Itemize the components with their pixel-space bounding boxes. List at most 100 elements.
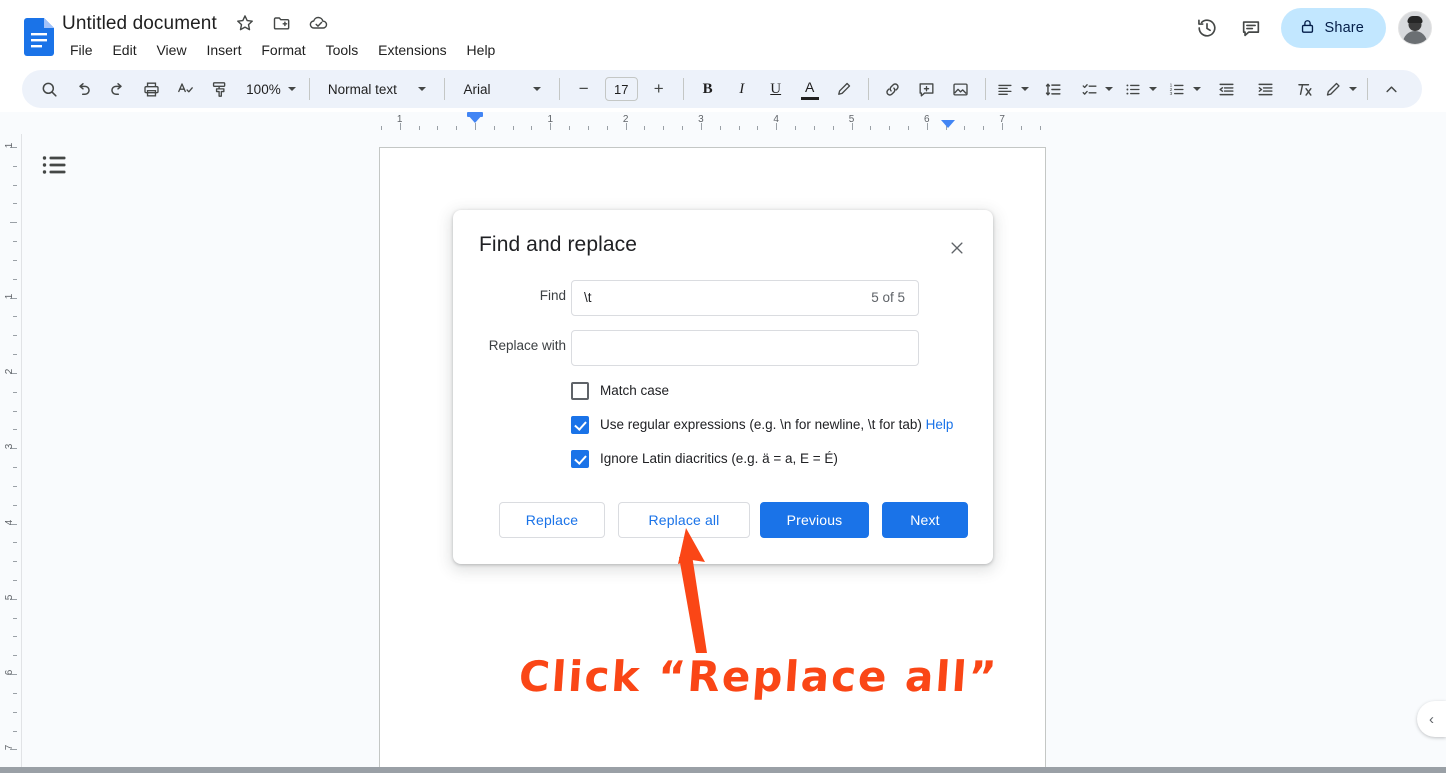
menu-item-view[interactable]: View [148, 38, 194, 62]
insert-link-icon[interactable] [879, 75, 907, 103]
ignore-diacritics-checkbox[interactable] [571, 450, 589, 468]
ruler-tick [13, 542, 17, 544]
increase-font-size-button[interactable]: + [645, 75, 673, 103]
increase-indent-icon[interactable] [1251, 75, 1279, 103]
print-icon[interactable] [137, 75, 165, 103]
numbered-list-icon[interactable]: 1 2 3 [1168, 75, 1202, 103]
ruler-number: 6 [924, 114, 930, 125]
replace-input[interactable] [571, 330, 919, 366]
find-input-value: \t [584, 290, 592, 305]
document-outline-icon[interactable] [41, 153, 69, 177]
annotation-text: Click “Replace all” [517, 652, 1000, 701]
ruler-tick [13, 354, 17, 356]
right-indent-marker[interactable] [941, 120, 955, 128]
option-match-case[interactable]: Match case [571, 382, 669, 400]
option-use-regex[interactable]: Use regular expressions (e.g. \n for new… [571, 416, 953, 434]
divider [308, 78, 310, 100]
share-button[interactable]: Share [1280, 8, 1386, 48]
zoom-control[interactable]: 100% [239, 75, 299, 103]
paint-format-icon[interactable] [205, 75, 233, 103]
line-spacing-icon[interactable] [1040, 75, 1068, 103]
menu-item-format[interactable]: Format [253, 38, 313, 62]
cloud-saved-icon[interactable] [308, 13, 330, 35]
find-input[interactable]: \t 5 of 5 [571, 280, 919, 316]
paragraph-style-dropdown[interactable]: Normal text [320, 75, 435, 103]
use-regex-text: Use regular expressions (e.g. \n for new… [600, 417, 922, 432]
version-history-icon[interactable] [1187, 8, 1227, 48]
clear-formatting-icon[interactable] [1290, 75, 1318, 103]
menu-item-insert[interactable]: Insert [198, 38, 249, 62]
highlight-pen-icon[interactable] [830, 75, 858, 103]
bottom-scrollbar[interactable] [0, 767, 1446, 773]
left-indent-marker[interactable] [467, 114, 483, 123]
zoom-value: 100% [246, 81, 281, 97]
divider [682, 78, 684, 100]
move-to-folder-icon[interactable] [272, 13, 294, 35]
font-family-dropdown[interactable]: Arial [455, 75, 548, 103]
ruler-tick [663, 126, 665, 130]
ruler-tick [13, 617, 17, 619]
add-comment-icon[interactable] [913, 75, 941, 103]
spellcheck-icon[interactable] [171, 75, 199, 103]
chevron-down-icon [287, 87, 296, 91]
menu-item-edit[interactable]: Edit [104, 38, 144, 62]
google-docs-icon[interactable] [24, 18, 54, 56]
bold-button[interactable]: B [694, 75, 722, 103]
ruler-tick [531, 126, 533, 130]
menu-bar: File Edit View Insert Format Tools Exten… [62, 38, 503, 62]
text-color-button[interactable]: A [796, 75, 824, 103]
option-ignore-diacritics[interactable]: Ignore Latin diacritics (e.g. ä = a, E =… [571, 450, 838, 468]
vertical-ruler[interactable]: 1 1 2 3 4 5 6 7 [0, 134, 22, 773]
use-regex-checkbox[interactable] [571, 416, 589, 434]
insert-image-icon[interactable] [947, 75, 975, 103]
ruler-tick [682, 126, 684, 130]
ruler-number: 2 [622, 114, 629, 125]
ruler-tick [13, 203, 17, 205]
ruler-tick [569, 126, 571, 130]
font-size-input[interactable]: 17 [604, 77, 638, 101]
checklist-icon[interactable] [1081, 75, 1114, 103]
divider [867, 78, 869, 100]
google-docs-window: Untitled document File Edit View Insert … [0, 0, 1446, 773]
decrease-indent-icon[interactable] [1212, 75, 1240, 103]
find-match-count: 5 of 5 [871, 290, 905, 305]
align-left-icon[interactable] [996, 75, 1029, 103]
menu-item-help[interactable]: Help [459, 38, 504, 62]
replace-button[interactable]: Replace [499, 502, 605, 538]
regex-help-link[interactable]: Help [926, 417, 954, 432]
bulleted-list-icon[interactable] [1124, 75, 1158, 103]
ruler-tick [13, 410, 17, 412]
close-icon[interactable] [944, 235, 970, 261]
comment-history-icon[interactable] [1231, 8, 1271, 48]
replace-all-button[interactable]: Replace all [618, 502, 750, 538]
star-icon[interactable] [235, 13, 257, 35]
ruler-tick [13, 335, 17, 337]
top-right-actions: Share [1187, 8, 1432, 48]
avatar[interactable] [1398, 11, 1432, 45]
decrease-font-size-button[interactable]: − [570, 75, 598, 103]
search-icon[interactable] [35, 75, 63, 103]
replace-label: Replace with [488, 338, 566, 353]
right-edge-strip [1438, 134, 1446, 773]
use-regex-label: Use regular expressions (e.g. \n for new… [600, 416, 953, 434]
redo-icon[interactable] [103, 75, 131, 103]
menu-item-extensions[interactable]: Extensions [370, 38, 454, 62]
chevron-up-icon[interactable] [1378, 75, 1406, 103]
previous-button[interactable]: Previous [760, 502, 869, 538]
horizontal-ruler[interactable]: 1 1 2 3 4 5 6 7 [0, 112, 1446, 134]
ruler-tick [870, 126, 872, 130]
ruler-number: 7 [999, 114, 1005, 125]
chevron-down-icon [1105, 87, 1114, 91]
ruler-tick [13, 730, 17, 732]
document-title[interactable]: Untitled document [62, 10, 217, 38]
underline-button[interactable]: U [762, 75, 790, 103]
menu-item-tools[interactable]: Tools [318, 38, 367, 62]
collapse-side-panel-button[interactable]: ‹ [1417, 701, 1446, 737]
menu-item-file[interactable]: File [62, 38, 101, 62]
italic-button[interactable]: I [728, 75, 756, 103]
next-button[interactable]: Next [882, 502, 968, 538]
match-case-checkbox[interactable] [571, 382, 589, 400]
pencil-icon[interactable] [1324, 75, 1357, 103]
undo-icon[interactable] [69, 75, 97, 103]
font-family-value: Arial [463, 81, 491, 97]
